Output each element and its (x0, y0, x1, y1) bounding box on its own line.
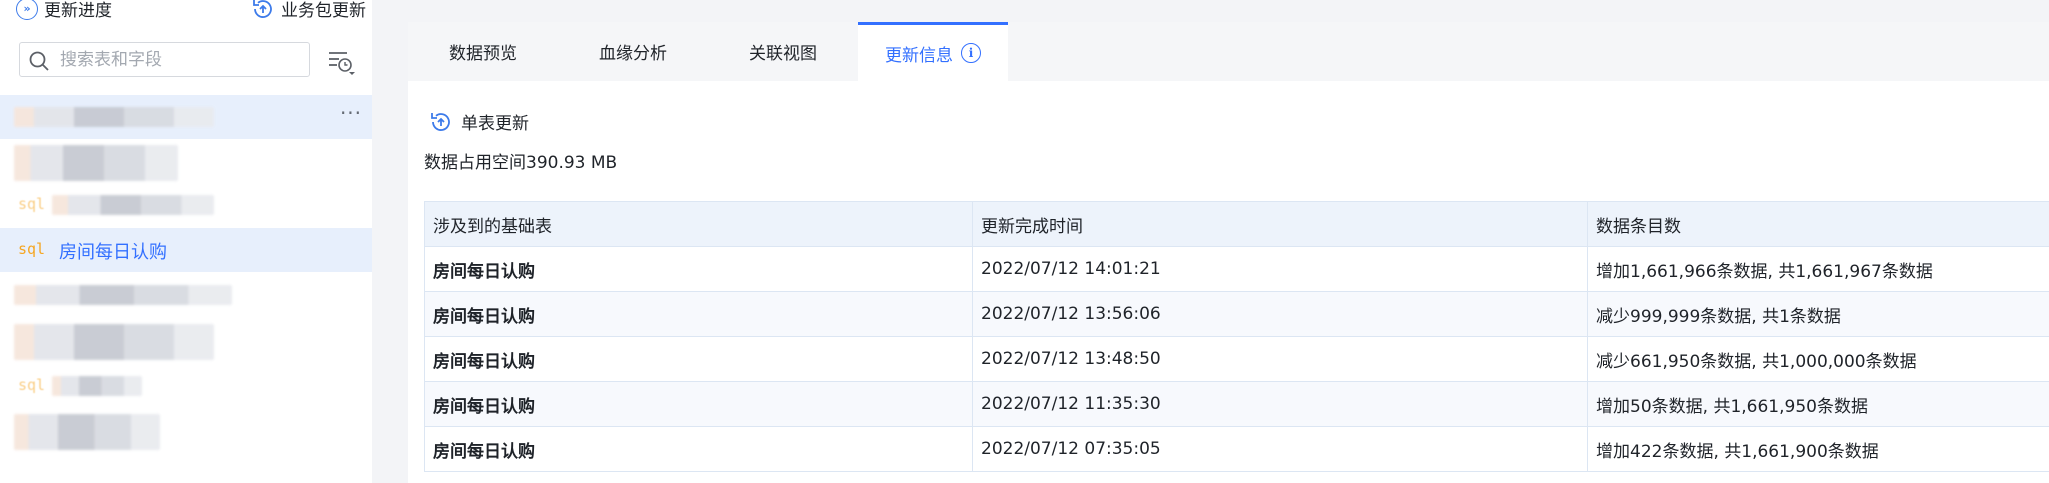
cell-count: 增加50条数据, 共1,661,950条数据 (1587, 381, 2049, 427)
header-base-table: 涉及到的基础表 (424, 201, 973, 247)
sql-icon: sql (18, 195, 46, 213)
sql-icon: sql (18, 240, 46, 258)
tree-row-blurred[interactable]: sql (0, 183, 372, 227)
single-update-label: 单表更新 (461, 114, 529, 134)
tab-update-info[interactable]: 更新信息 i (858, 22, 1008, 81)
cell-table: 房间每日认购 (424, 336, 973, 382)
single-table-update-button[interactable]: 单表更新 (429, 109, 529, 134)
tab-label: 关联视图 (749, 44, 817, 64)
header-row-count: 数据条目数 (1587, 201, 2049, 247)
more-icon[interactable]: ··· (338, 103, 364, 129)
search-input[interactable] (60, 46, 300, 74)
cell-time: 2022/07/12 13:48:50 (972, 336, 1588, 382)
tree-row-blurred[interactable] (0, 139, 372, 183)
cell-time: 2022/07/12 11:35:30 (972, 381, 1588, 427)
main-panel: 数据预览 血缘分析 关联视图 更新信息 i 单表更新 数据占用空间390.93 … (408, 22, 2049, 483)
blurred-name (14, 324, 214, 360)
tab-bar: 数据预览 血缘分析 关联视图 更新信息 i (408, 22, 2049, 81)
storage-space-info: 数据占用空间390.93 MB (424, 148, 617, 173)
table-header-row: 涉及到的基础表 更新完成时间 数据条目数 (424, 201, 2049, 247)
cell-time: 2022/07/12 13:56:06 (972, 291, 1588, 337)
blurred-name (52, 376, 142, 396)
cell-time: 2022/07/12 07:35:05 (972, 426, 1588, 472)
cell-table: 房间每日认购 (424, 426, 973, 472)
progress-chevrons-icon: » (16, 0, 38, 20)
tab-label: 数据预览 (449, 44, 517, 64)
refresh-upload-icon (253, 0, 272, 18)
sql-icon: sql (18, 376, 46, 394)
update-progress-button[interactable]: » 更新进度 (16, 0, 112, 21)
cell-time: 2022/07/12 14:01:21 (972, 246, 1588, 292)
package-update-label: 业务包更新 (281, 1, 366, 21)
header-update-time: 更新完成时间 (972, 201, 1588, 247)
tree-row-blurred[interactable] (0, 408, 372, 452)
cell-count: 增加1,661,966条数据, 共1,661,967条数据 (1587, 246, 2049, 292)
cell-count: 减少661,950条数据, 共1,000,000条数据 (1587, 336, 2049, 382)
tree-row-blurred[interactable] (0, 318, 372, 362)
blurred-name (14, 414, 160, 450)
storage-space-label: 数据占用空间 (424, 153, 526, 173)
search-box (19, 42, 310, 77)
table-row: 房间每日认购 2022/07/12 13:48:50 减少661,950条数据,… (424, 336, 2049, 382)
cell-table: 房间每日认购 (424, 246, 973, 292)
tab-label: 更新信息 (885, 45, 953, 66)
tree-row-selected[interactable]: sql 房间每日认购 (0, 228, 372, 272)
blurred-name (14, 107, 214, 127)
tree-row-blurred[interactable] (0, 273, 372, 317)
storage-space-value: 390.93 MB (526, 153, 618, 173)
update-progress-label: 更新进度 (44, 1, 112, 21)
table-row: 房间每日认购 2022/07/12 07:35:05 增加422条数据, 共1,… (424, 426, 2049, 472)
sidebar-topbar: » 更新进度 业务包更新 (16, 0, 366, 21)
blurred-name (14, 145, 178, 181)
cell-table: 房间每日认购 (424, 381, 973, 427)
update-history-table: 涉及到的基础表 更新完成时间 数据条目数 房间每日认购 2022/07/12 1… (424, 201, 2049, 472)
tab-data-preview[interactable]: 数据预览 (408, 22, 558, 81)
table-row: 房间每日认购 2022/07/12 14:01:21 增加1,661,966条数… (424, 246, 2049, 292)
cell-count: 增加422条数据, 共1,661,900条数据 (1587, 426, 2049, 472)
sidebar: » 更新进度 业务包更新 ··· sq (0, 0, 372, 483)
search-icon (29, 51, 49, 71)
cell-count: 减少999,999条数据, 共1条数据 (1587, 291, 2049, 337)
tab-label: 血缘分析 (599, 44, 667, 64)
cell-table: 房间每日认购 (424, 291, 973, 337)
table-row: 房间每日认购 2022/07/12 11:35:30 增加50条数据, 共1,6… (424, 381, 2049, 427)
blurred-name (52, 195, 214, 215)
selected-table-label: 房间每日认购 (59, 242, 167, 263)
tab-relation-view[interactable]: 关联视图 (708, 22, 858, 81)
blurred-name (14, 285, 232, 305)
filter-history-icon[interactable] (327, 47, 357, 77)
package-update-button[interactable]: 业务包更新 (251, 0, 366, 21)
info-icon[interactable]: i (961, 43, 981, 63)
tab-lineage[interactable]: 血缘分析 (558, 22, 708, 81)
table-row: 房间每日认购 2022/07/12 13:56:06 减少999,999条数据,… (424, 291, 2049, 337)
tree-row-blurred[interactable]: sql (0, 364, 372, 408)
tree-row-blurred[interactable]: ··· (0, 95, 372, 139)
upload-circle-icon (431, 112, 450, 131)
